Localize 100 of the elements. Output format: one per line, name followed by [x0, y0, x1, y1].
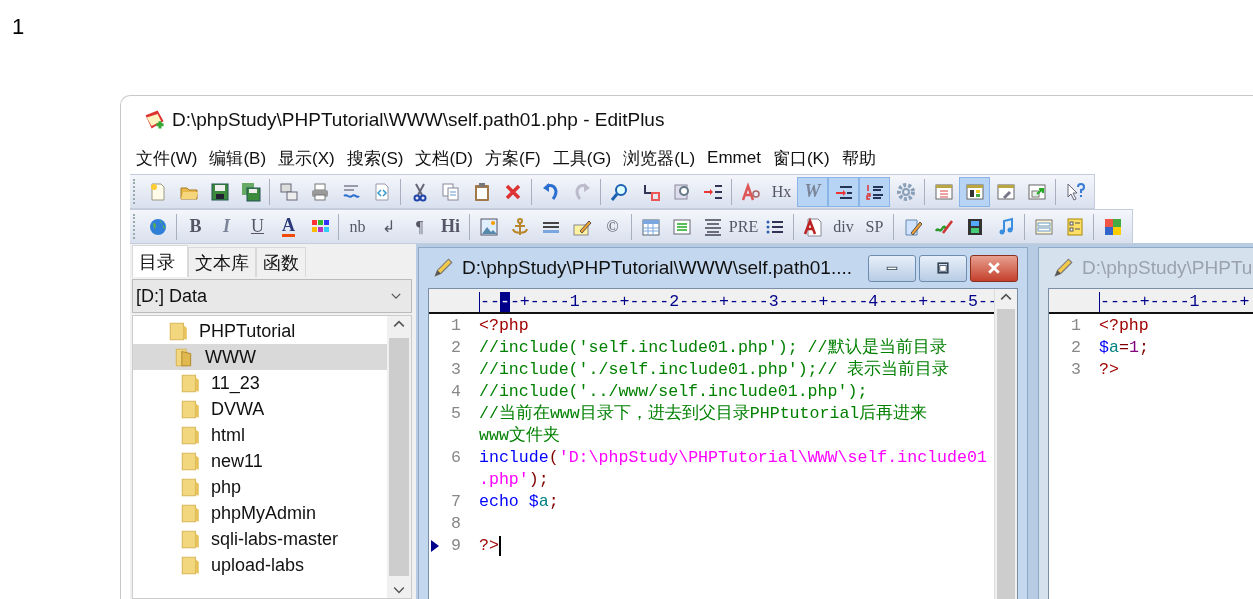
- code-line: <?php: [479, 315, 529, 337]
- menu-item[interactable]: 帮助: [835, 146, 882, 170]
- folder-closed-icon: [179, 398, 201, 420]
- form-list-icon: [1064, 216, 1085, 237]
- font-color-button[interactable]: A: [273, 211, 304, 242]
- folder-closed-icon: [179, 528, 201, 550]
- font-size-icon: [740, 181, 761, 202]
- folder-item[interactable]: WWW: [133, 344, 387, 370]
- image-icon: [478, 216, 499, 237]
- code-line: .php');: [479, 469, 549, 491]
- scrollbar-thumb[interactable]: [389, 338, 409, 576]
- toolbar-button[interactable]: ¶: [404, 211, 435, 242]
- line-number: 3: [1070, 359, 1081, 381]
- copy-icon: [440, 181, 461, 202]
- pencil-icon: [1052, 257, 1074, 279]
- letter-document-icon: [802, 216, 823, 237]
- folder-closed-icon: [179, 424, 201, 446]
- line-number: 4: [450, 381, 461, 403]
- line-number: 3: [450, 359, 461, 381]
- form-icon: [1033, 216, 1054, 237]
- sidebar-tab[interactable]: 目录: [132, 245, 188, 277]
- text-cursor: [498, 536, 501, 556]
- menu-item[interactable]: 显示(X): [272, 146, 341, 170]
- pencil-document-icon: [902, 216, 923, 237]
- folder-item[interactable]: new11: [133, 448, 387, 474]
- floppy-icon: [209, 181, 230, 202]
- table-icon: [640, 216, 661, 237]
- line-number: 9: [450, 535, 461, 557]
- folder-item[interactable]: sqli-labs-master: [133, 526, 387, 552]
- close-button[interactable]: [970, 254, 1018, 282]
- window-title: D:\phpStudy\PHPTutorial\WWW\self.path01.php - EditPlus: [172, 108, 665, 131]
- code-line: www文件夹: [479, 425, 560, 447]
- floppies-icon: [240, 181, 261, 202]
- code-line: include('D:\phpStudy\PHPTutorial\WWW\self.include01: [479, 447, 987, 469]
- window-panes-icon: [964, 181, 985, 202]
- toolbar-button[interactable]: ©: [597, 211, 628, 242]
- menu-item[interactable]: 工具(G): [546, 146, 618, 170]
- window-wrench-icon: [995, 181, 1016, 202]
- scrollbar-thumb[interactable]: [997, 309, 1015, 599]
- folder-closed-icon: [179, 476, 201, 498]
- menu-item[interactable]: Emmet: [701, 148, 767, 168]
- code-line: //include('./self.include01.php');// 表示当前目录: [479, 359, 950, 381]
- folder-item[interactable]: html: [133, 422, 387, 448]
- sidebar-tab[interactable]: 文本库: [188, 247, 256, 277]
- menu-item[interactable]: 搜索(S): [340, 146, 410, 170]
- toolbar-button[interactable]: div: [828, 211, 859, 242]
- code-line: //当前在www目录下，进去到父目录PHPtutorial后再进来: [479, 403, 928, 425]
- line-number: 2: [1070, 337, 1081, 359]
- line-number: 6: [450, 447, 461, 469]
- menu-item[interactable]: 编辑(B): [203, 146, 273, 170]
- folder-closed-icon: [179, 372, 201, 394]
- line-number: 1: [1070, 315, 1081, 337]
- document-search-icon: [671, 181, 692, 202]
- align-lines-icon: [702, 216, 723, 237]
- line-number: 5: [450, 403, 461, 425]
- anchor-icon: [509, 216, 530, 237]
- bold-button[interactable]: B: [180, 211, 211, 242]
- underline-button[interactable]: U: [242, 211, 273, 242]
- menu-item[interactable]: 浏览器(L): [617, 146, 702, 170]
- gear-icon: [895, 181, 916, 202]
- menu-item[interactable]: 方案(F): [479, 146, 547, 170]
- sidebar-tab[interactable]: 函数: [256, 247, 306, 277]
- menu-item[interactable]: 窗口(K): [766, 146, 836, 170]
- folder-closed-icon: [179, 502, 201, 524]
- folder-closed-icon: [179, 554, 201, 576]
- folder-item[interactable]: DVWA: [133, 396, 387, 422]
- line-number: 8: [450, 513, 461, 535]
- printer-icon: [309, 181, 330, 202]
- toolbar-button[interactable]: Hx: [766, 176, 797, 207]
- window-panes-button[interactable]: [959, 176, 990, 207]
- toolbar-button[interactable]: ↲: [373, 211, 404, 242]
- pencil-icon: [432, 257, 454, 279]
- document-title: D:\phpStudy\PHPTutorial\WWW\self.path01....: [462, 257, 853, 279]
- line-number: 7: [450, 491, 461, 513]
- folder-item[interactable]: PHPTutorial: [133, 318, 387, 344]
- code-line: ?>: [1099, 359, 1119, 381]
- maximize-button[interactable]: [919, 254, 967, 282]
- folder-closed-icon: [179, 450, 201, 472]
- restore-icon: [935, 260, 951, 276]
- menu-item[interactable]: 文件(W): [130, 146, 204, 170]
- code-line: <?php: [1099, 315, 1149, 337]
- wrap-lines-button[interactable]: [828, 176, 859, 207]
- page-number: 1: [12, 14, 25, 40]
- folder-item[interactable]: 11_23: [133, 370, 387, 396]
- folder-item[interactable]: upload-labs: [133, 552, 387, 578]
- help-pointer-icon: [1064, 181, 1085, 202]
- code-line: //include('../www/self.include01.php');: [479, 381, 868, 403]
- menu-item[interactable]: 文档(D): [409, 146, 479, 170]
- close-icon: [986, 260, 1002, 276]
- toolbar-button[interactable]: SP: [859, 211, 890, 242]
- numbered-lines-button[interactable]: [859, 176, 890, 207]
- line-number: 1: [450, 315, 461, 337]
- folder-item[interactable]: php: [133, 474, 387, 500]
- drive-dropdown[interactable]: [D:] Data: [132, 279, 412, 313]
- toolbar-button[interactable]: PRE: [728, 211, 759, 242]
- bold-button[interactable]: Hi: [435, 211, 466, 242]
- code-line: //include('self.include01.php'); //默认是当前目录: [479, 337, 947, 359]
- folder-item[interactable]: phpMyAdmin: [133, 500, 387, 526]
- toolbar-button[interactable]: nb: [342, 211, 373, 242]
- document-title: D:\phpStudy\PHPTu: [1082, 257, 1253, 279]
